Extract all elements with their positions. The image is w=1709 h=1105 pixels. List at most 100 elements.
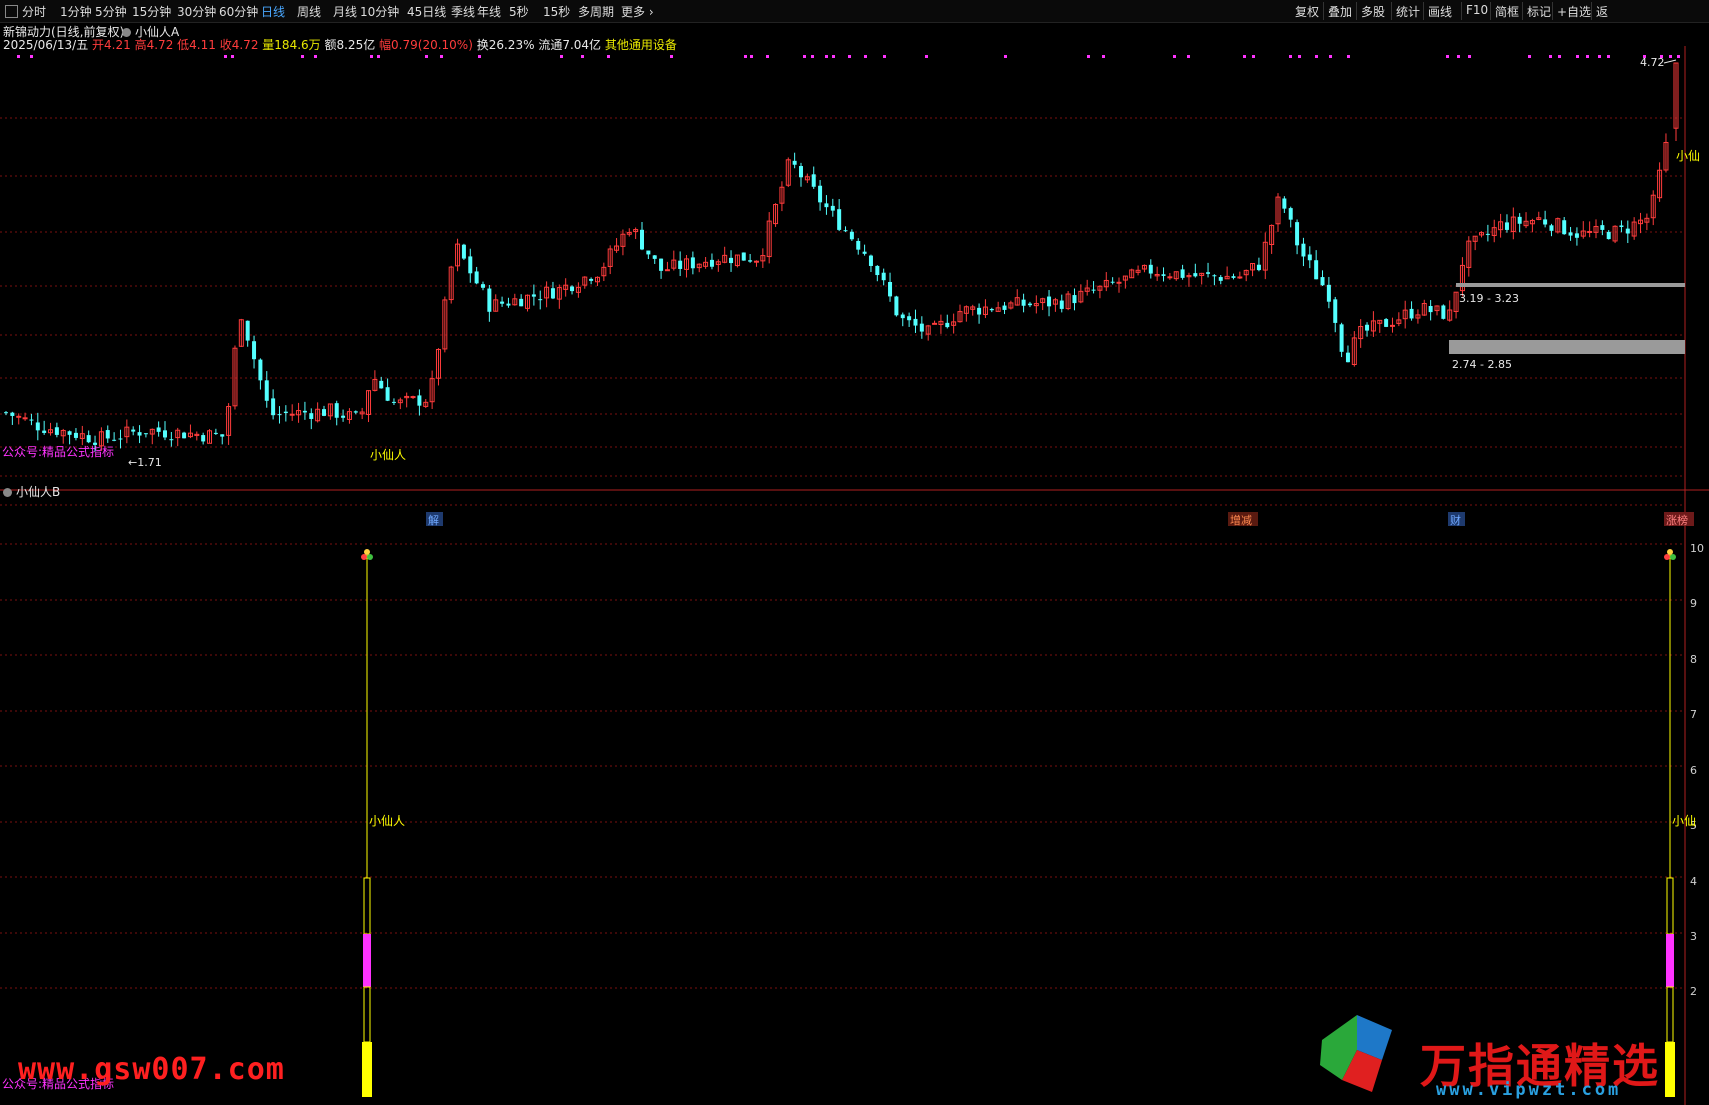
- candle-body-down: [799, 166, 803, 178]
- candle-body-up: [16, 415, 22, 418]
- candle-body-down: [1600, 225, 1605, 230]
- indicator-axis-tick: 4: [1690, 875, 1697, 888]
- candle-body-up: [753, 260, 759, 263]
- candle-body-down: [118, 438, 123, 440]
- candle-body-down: [220, 434, 225, 437]
- candle-body-down: [391, 401, 396, 403]
- candle-body-down: [1307, 254, 1312, 261]
- candle-body-down: [334, 403, 339, 418]
- low-price-label: ←1.71: [128, 456, 162, 469]
- candle-body-down: [143, 433, 148, 435]
- signal-bar-outline: [363, 986, 371, 1043]
- candle-body-down: [1428, 306, 1433, 313]
- candle-body-down: [640, 229, 644, 250]
- zone-lower-label: 2.74 - 2.85: [1452, 358, 1512, 371]
- candle-body-down: [42, 430, 47, 433]
- candle-body-down: [245, 320, 250, 341]
- candle-body-down: [1562, 220, 1567, 235]
- candle-body-down: [1568, 232, 1573, 236]
- candle-body-down: [1047, 296, 1052, 307]
- indicator-axis-tick: 3: [1690, 930, 1697, 943]
- signal-dot: [1598, 55, 1601, 58]
- candle-body-down: [468, 256, 473, 274]
- candle-body-down: [989, 308, 994, 311]
- watermark-right: www.vipwzt.com: [1436, 1080, 1622, 1100]
- candle-body-down: [519, 298, 524, 307]
- candle-body-down: [1606, 231, 1611, 240]
- signal-flower-icon: [1664, 554, 1670, 560]
- kline-chart[interactable]: 10987654324.72←1.713.19 - 3.232.74 - 2.8…: [0, 0, 1709, 1105]
- signal-dot: [864, 55, 867, 58]
- indicator-signal-label-right: 小仙: [1672, 814, 1696, 828]
- candle-body-down: [538, 299, 543, 301]
- candle-body-down: [748, 260, 753, 262]
- candle-body-up: [22, 417, 28, 420]
- candle-body-up: [932, 322, 938, 325]
- price-footer-label: 公众号:精品公式指标: [2, 445, 115, 459]
- signal-dot: [370, 55, 373, 58]
- candle-body-down: [302, 410, 307, 413]
- indicator-axis-tick: 7: [1690, 708, 1697, 721]
- signal-flower-icon: [367, 554, 373, 560]
- indicator-b-label[interactable]: 小仙人B: [3, 483, 60, 500]
- signal-dot: [607, 55, 610, 58]
- signal-dot: [1446, 55, 1449, 58]
- price-signal-label: 小仙人: [370, 448, 406, 462]
- signal-dot: [1315, 55, 1318, 58]
- candle-body-down: [1504, 222, 1509, 230]
- candle-body-down: [10, 412, 15, 416]
- candle-body-down: [913, 318, 918, 326]
- event-marker-label: 增减: [1230, 513, 1252, 527]
- candle-body-down: [1193, 273, 1198, 277]
- signal-dot: [1549, 55, 1552, 58]
- candle-body-down: [73, 432, 78, 438]
- event-marker-label: 财: [1450, 513, 1461, 527]
- signal-bar-magenta: [363, 934, 371, 987]
- candle-body-down: [652, 255, 657, 259]
- candle-body-down: [881, 272, 886, 281]
- candle-body-down: [977, 307, 982, 315]
- candle-body-down: [258, 359, 263, 381]
- candle-body-down: [646, 250, 651, 255]
- candle-body-down: [385, 387, 390, 401]
- candle-body-down: [843, 230, 848, 232]
- candle-body-down: [868, 255, 873, 266]
- candle-body-down: [570, 286, 575, 292]
- candle-body-down: [678, 260, 683, 269]
- candle-body-down: [112, 439, 117, 441]
- signal-dot: [825, 55, 828, 58]
- candle-body-down: [907, 316, 912, 321]
- signal-dot: [425, 55, 428, 58]
- candle-body-down: [1333, 299, 1338, 323]
- candle-body-down: [1409, 308, 1414, 319]
- signal-flower-icon: [1670, 554, 1676, 560]
- signal-dot: [1087, 55, 1090, 58]
- candle-body-down: [213, 432, 218, 434]
- signal-dot: [1607, 55, 1610, 58]
- candle-body-down: [1256, 264, 1261, 271]
- candle-body-down: [1212, 275, 1217, 277]
- candle-body-down: [322, 409, 326, 416]
- candle-body-down: [271, 398, 276, 416]
- candle-body-down: [1002, 305, 1007, 310]
- candle-body-down: [131, 429, 136, 432]
- candle-body-down: [105, 430, 110, 439]
- candle-body-down: [353, 411, 358, 413]
- candle-body-down: [1320, 277, 1325, 286]
- signal-flower-icon: [1667, 549, 1673, 555]
- candle-body-down: [379, 380, 384, 389]
- candle-body-down: [169, 439, 174, 441]
- candle-body-down: [506, 303, 511, 306]
- signal-dot: [803, 55, 806, 58]
- candle-body-down: [919, 323, 924, 332]
- candle-body-down: [1180, 269, 1185, 278]
- signal-dot: [30, 55, 33, 58]
- signal-flower-icon: [361, 554, 367, 560]
- signal-bar-magenta: [1666, 934, 1674, 987]
- signal-dot: [1252, 55, 1255, 58]
- candle-body-down: [264, 380, 269, 401]
- candle-body-down: [54, 427, 59, 435]
- candle-body-down: [1218, 277, 1223, 281]
- candle-body-down: [417, 395, 422, 406]
- signal-dot: [1558, 55, 1561, 58]
